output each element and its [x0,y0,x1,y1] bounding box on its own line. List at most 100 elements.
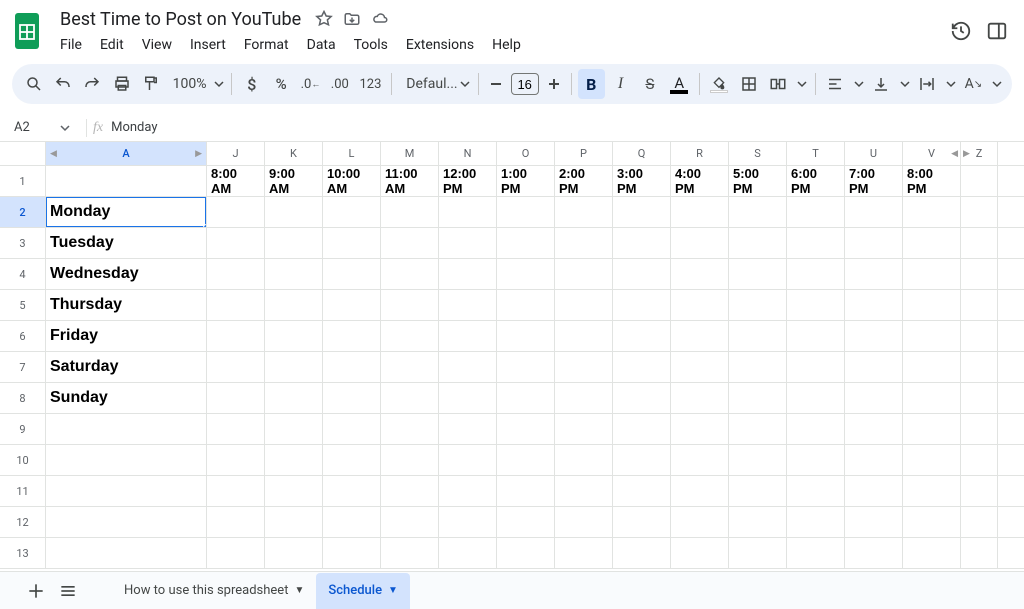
menu-insert[interactable]: Insert [182,35,234,55]
col-header[interactable]: L [323,142,381,165]
cell[interactable]: 9:00 AM [265,166,323,196]
sheet-tab-active[interactable]: Schedule ▼ [316,573,410,609]
row-header[interactable]: 2 [0,197,46,227]
chevron-down-icon[interactable] [991,77,1004,91]
row-header[interactable]: 4 [0,259,46,289]
fill-color-icon[interactable] [706,69,733,99]
formula-value[interactable]: Monday [111,120,157,135]
col-header[interactable]: ◀ A ▶ [46,142,207,165]
col-header[interactable]: ▶ Z [961,142,998,165]
col-header[interactable]: V ◀ [903,142,961,165]
cell[interactable]: Saturday [46,352,207,382]
horizontal-align-icon[interactable] [821,69,848,99]
cell[interactable]: 2:00 PM [555,166,613,196]
strikethrough-icon[interactable]: S [636,69,663,99]
search-icon[interactable] [20,69,47,99]
selection-handle[interactable] [203,224,207,227]
cell[interactable]: 11:00 AM [381,166,439,196]
col-header[interactable]: K [265,142,323,165]
chevron-down-icon[interactable] [796,77,809,91]
redo-icon[interactable] [79,69,106,99]
zoom-value[interactable]: 100% [167,76,209,92]
star-icon[interactable] [315,10,333,28]
menu-edit[interactable]: Edit [92,35,132,55]
row-header[interactable]: 1 [0,166,46,196]
cell[interactable]: Sunday [46,383,207,413]
cell[interactable]: 6:00 PM [787,166,845,196]
menu-data[interactable]: Data [299,35,344,55]
cell[interactable]: 3:00 PM [613,166,671,196]
col-header[interactable]: M [381,142,439,165]
menu-extensions[interactable]: Extensions [398,35,482,55]
col-header[interactable]: O [497,142,555,165]
chevron-down-icon[interactable] [213,77,226,91]
number-format[interactable]: 123 [355,69,385,99]
cell[interactable] [961,166,998,196]
chevron-down-icon[interactable] [853,77,866,91]
cell[interactable]: 8:00 AM [207,166,265,196]
col-header[interactable]: T [787,142,845,165]
all-sheets-icon[interactable] [52,575,84,607]
text-rotation-icon[interactable]: A↘ [960,69,987,99]
cell[interactable]: Friday [46,321,207,351]
add-sheet-icon[interactable] [20,575,52,607]
cell[interactable]: Tuesday [46,228,207,258]
print-icon[interactable] [108,69,135,99]
font-size-input[interactable] [511,73,539,95]
percent-icon[interactable]: % [267,69,294,99]
row-header[interactable]: 5 [0,290,46,320]
chevron-down-icon[interactable] [50,123,80,133]
document-title[interactable]: Best Time to Post on YouTube [56,8,305,31]
sheets-logo[interactable] [12,11,42,51]
cell[interactable] [46,166,207,196]
row-header[interactable]: 6 [0,321,46,351]
decrease-font-icon[interactable] [485,73,507,95]
sidebar-icon[interactable] [986,20,1008,42]
decrease-decimal-icon[interactable]: .0← [297,69,324,99]
chevron-down-icon[interactable] [945,77,958,91]
merge-cells-icon[interactable] [764,69,791,99]
borders-icon[interactable] [735,69,762,99]
name-box[interactable]: A2 [0,120,50,135]
menu-view[interactable]: View [134,35,180,55]
menu-format[interactable]: Format [236,35,297,55]
cell[interactable]: Wednesday [46,259,207,289]
cell[interactable]: Thursday [46,290,207,320]
row-header[interactable]: 10 [0,445,46,475]
cell[interactable]: 7:00 PM [845,166,903,196]
font-family[interactable]: Defaul... [398,76,455,92]
menu-help[interactable]: Help [484,35,529,55]
chevron-down-icon[interactable] [899,77,912,91]
cell[interactable]: 12:00 PM [439,166,497,196]
cell-selected[interactable]: Monday [46,197,207,227]
cell[interactable]: 1:00 PM [497,166,555,196]
col-header[interactable]: S [729,142,787,165]
bold-icon[interactable]: B [578,69,605,99]
menu-file[interactable]: File [56,35,90,55]
row-header[interactable]: 12 [0,507,46,537]
row-header[interactable]: 3 [0,228,46,258]
chevron-down-icon[interactable] [459,77,472,91]
sheet-tab[interactable]: How to use this spreadsheet ▼ [112,573,316,609]
select-all-corner[interactable] [0,142,46,165]
col-header[interactable]: P [555,142,613,165]
cell[interactable]: 10:00 AM [323,166,381,196]
increase-font-icon[interactable] [543,73,565,95]
col-header[interactable]: Q [613,142,671,165]
text-wrap-icon[interactable] [914,69,941,99]
cloud-icon[interactable] [371,10,389,28]
text-color-icon[interactable]: A [666,69,693,99]
row-header[interactable]: 7 [0,352,46,382]
row-header[interactable]: 13 [0,538,46,568]
cell[interactable]: 4:00 PM [671,166,729,196]
history-icon[interactable] [950,20,972,42]
col-header[interactable]: J [207,142,265,165]
cell[interactable]: 8:00 PM [903,166,961,196]
undo-icon[interactable] [49,69,76,99]
menu-tools[interactable]: Tools [346,35,396,55]
row-header[interactable]: 8 [0,383,46,413]
currency-icon[interactable]: $ [238,69,265,99]
cell[interactable]: 5:00 PM [729,166,787,196]
italic-icon[interactable]: I [607,69,634,99]
col-header[interactable]: N [439,142,497,165]
